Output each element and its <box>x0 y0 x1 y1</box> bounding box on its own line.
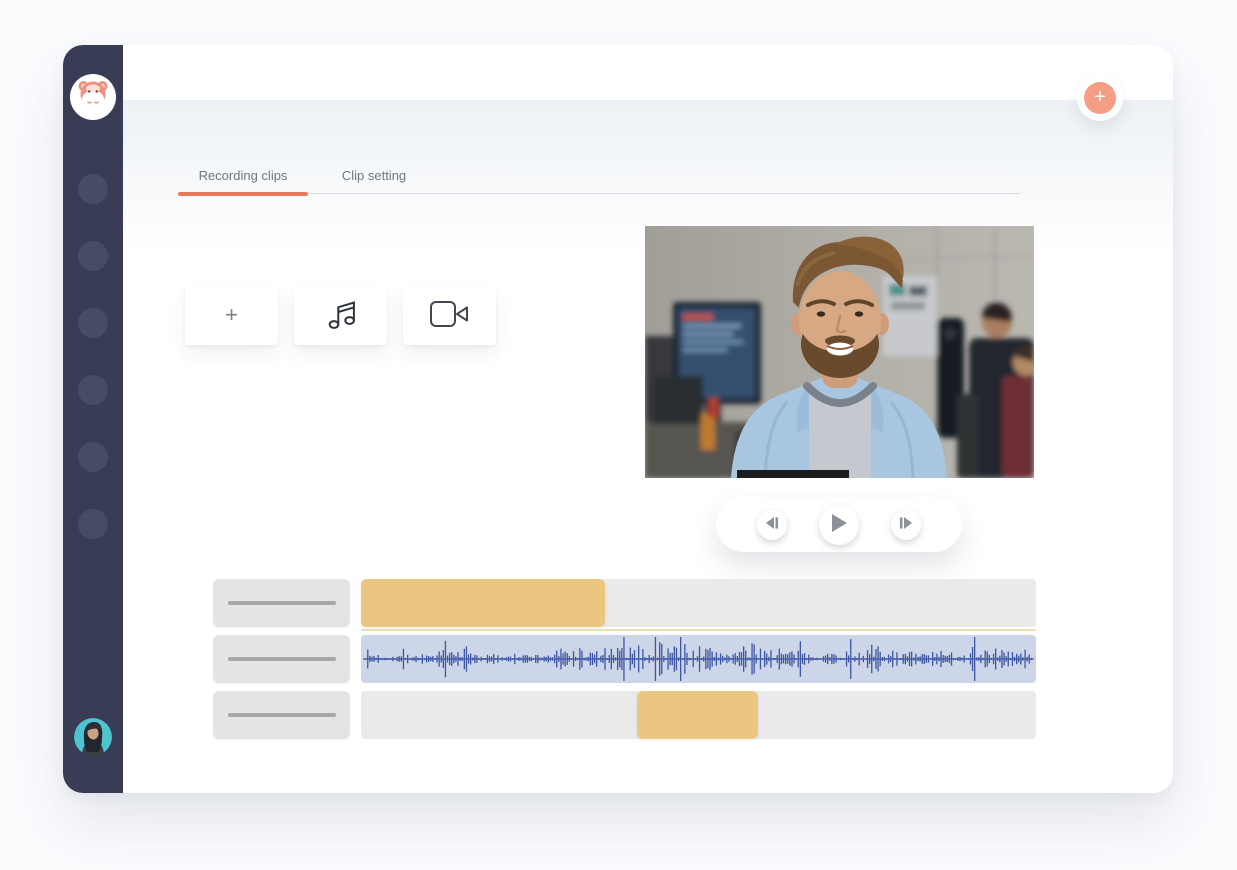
sidebar-nav-item-6[interactable] <box>78 509 108 539</box>
monkey-mascot-icon <box>73 75 113 120</box>
timeline <box>213 579 1036 739</box>
timeline-row-track-2 <box>213 635 1036 683</box>
user-avatar[interactable] <box>74 718 112 756</box>
timeline-row-track-1 <box>213 579 1036 627</box>
tab-clip-setting[interactable]: Clip setting <box>312 163 436 193</box>
play-button[interactable] <box>819 505 859 545</box>
main-panel: + Recording clips Clip setting + <box>123 45 1173 793</box>
play-icon <box>831 514 847 535</box>
skip-forward-button[interactable] <box>891 510 921 540</box>
audio-waveform-graphic <box>361 635 1036 683</box>
label-placeholder-line <box>228 713 336 717</box>
add-music-button[interactable] <box>294 285 387 345</box>
sidebar-nav-item-5[interactable] <box>78 442 108 472</box>
label-placeholder-line <box>228 601 336 605</box>
sidebar-nav-item-1[interactable] <box>78 174 108 204</box>
add-camera-button[interactable] <box>403 285 496 345</box>
timeline-row-track-3 <box>213 691 1036 739</box>
app-logo[interactable] <box>70 74 116 120</box>
add-clip-button[interactable]: + <box>185 285 278 345</box>
sidebar <box>63 45 123 793</box>
sidebar-nav-item-3[interactable] <box>78 308 108 338</box>
plus-icon: + <box>225 302 238 328</box>
fab-ring: + <box>1077 75 1123 121</box>
sidebar-nav-item-2[interactable] <box>78 241 108 271</box>
playback-controls <box>716 497 962 552</box>
sidebar-nav-item-4[interactable] <box>78 375 108 405</box>
tab-recording-clips[interactable]: Recording clips <box>178 163 308 193</box>
video-camera-icon <box>427 297 473 334</box>
skip-forward-icon <box>899 517 913 532</box>
track-lane-track-1[interactable] <box>361 579 1036 627</box>
video-preview <box>645 226 1034 478</box>
track-lane-track-2[interactable] <box>361 635 1036 683</box>
skip-back-button[interactable] <box>757 510 787 540</box>
music-note-icon <box>322 295 360 336</box>
track-lane-track-3[interactable] <box>361 691 1036 739</box>
add-new-fab-button[interactable]: + <box>1084 82 1116 114</box>
track-label-placeholder <box>213 691 350 739</box>
label-placeholder-line <box>228 657 336 661</box>
clip-toolbar: + <box>185 285 496 345</box>
timeline-clip[interactable] <box>637 691 758 739</box>
timeline-clip[interactable] <box>361 579 605 627</box>
tab-bar: Recording clips Clip setting <box>178 163 436 193</box>
track-label-placeholder <box>213 579 350 627</box>
header-bar <box>123 45 1173 100</box>
plus-icon: + <box>1094 87 1106 107</box>
skip-back-icon <box>765 517 779 532</box>
app-window: + Recording clips Clip setting + <box>63 45 1173 793</box>
track-label-placeholder <box>213 635 350 683</box>
